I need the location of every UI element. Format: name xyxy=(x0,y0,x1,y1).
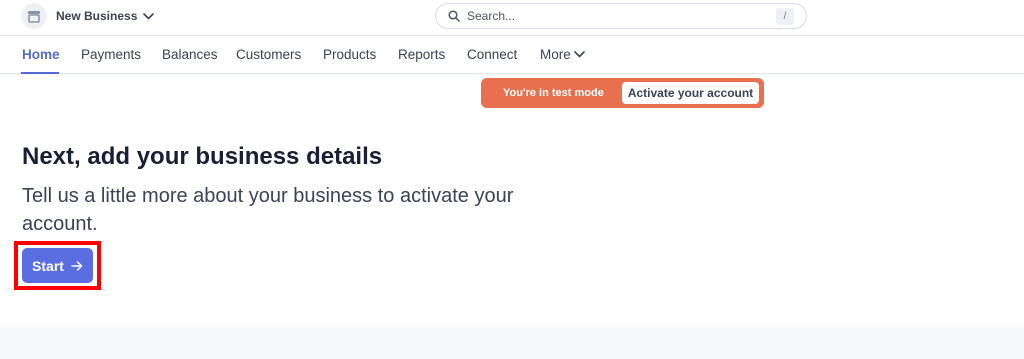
nav-item-connect[interactable]: Connect xyxy=(467,47,517,62)
business-switcher[interactable]: New Business xyxy=(21,3,155,29)
nav-item-home[interactable]: Home xyxy=(22,47,60,62)
main-nav: Home Payments Balances Customers Product… xyxy=(0,36,1024,74)
activate-account-button[interactable]: Activate your account xyxy=(622,82,759,104)
nav-item-payments[interactable]: Payments xyxy=(81,47,141,62)
test-mode-banner: You're in test mode Activate your accoun… xyxy=(481,78,764,108)
search-input[interactable]: Search... / xyxy=(435,3,807,29)
nav-item-customers[interactable]: Customers xyxy=(236,47,301,62)
nav-item-products[interactable]: Products xyxy=(323,47,376,62)
business-name: New Business xyxy=(56,9,138,23)
search-shortcut-key: / xyxy=(776,8,794,25)
start-button[interactable]: Start xyxy=(22,248,93,283)
nav-item-reports[interactable]: Reports xyxy=(398,47,445,62)
page-title: Next, add your business details xyxy=(22,143,383,170)
test-mode-label: You're in test mode xyxy=(503,87,604,99)
nav-item-balances[interactable]: Balances xyxy=(162,47,218,62)
arrow-right-icon xyxy=(71,260,83,271)
chevron-down-icon xyxy=(573,51,585,58)
store-icon xyxy=(21,3,47,29)
search-placeholder: Search... xyxy=(467,9,516,23)
active-tab-indicator xyxy=(21,72,59,74)
top-bar: New Business Search... / xyxy=(0,0,1024,36)
main-content: You're in test mode Activate your accoun… xyxy=(0,75,1024,327)
page-description: Tell us a little more about your busines… xyxy=(22,185,514,235)
chevron-down-icon xyxy=(143,12,155,20)
nav-item-more-label: More xyxy=(540,47,571,62)
nav-item-more[interactable]: More xyxy=(540,47,585,62)
search-icon xyxy=(448,10,460,22)
start-button-label: Start xyxy=(32,257,64,274)
